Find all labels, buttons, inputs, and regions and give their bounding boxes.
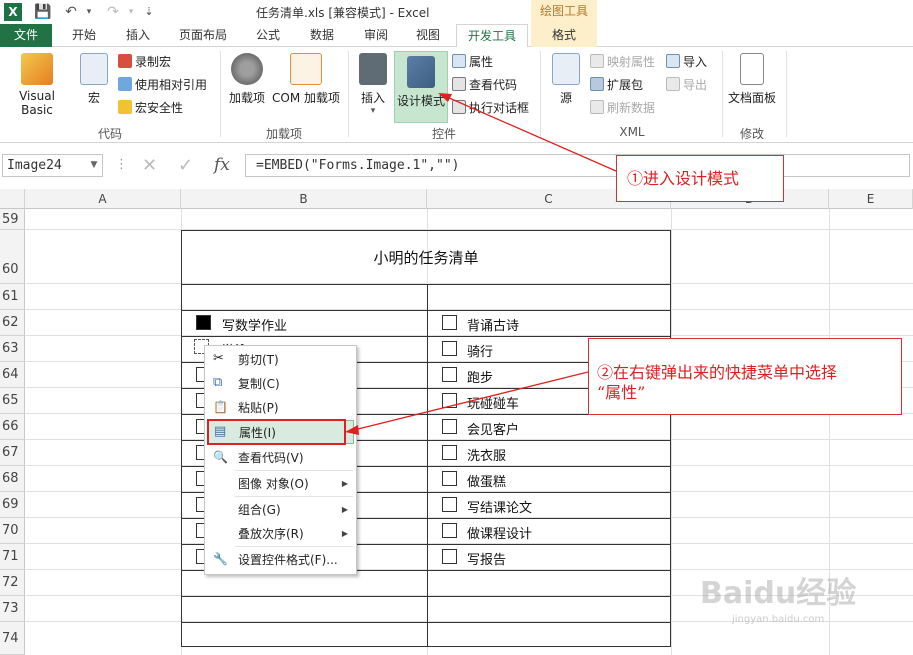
- arrowhead-icon: [438, 93, 452, 102]
- annotation-arrow-line: [446, 96, 617, 172]
- annotation-step-2: ②在右键弹出来的快捷菜单中选择 “属性”: [588, 338, 902, 415]
- baidu-watermark-logo: Baidu经验: [700, 576, 857, 611]
- excel-window: X 💾 ↶ ▾ ↷ ▾ ⇣ 任务清单.xls [兼容模式] - Excel 绘图…: [0, 0, 913, 655]
- annotation-step-1: ①进入设计模式: [616, 155, 784, 202]
- annotation-arrow-line: [353, 371, 589, 431]
- annotation-arrows: [345, 93, 617, 435]
- baidu-watermark-url: jingyan.baidu.com: [732, 614, 825, 625]
- arrowhead-icon: [345, 425, 359, 435]
- annotation-step-2-line-2: “属性”: [597, 383, 646, 402]
- annotation-step-2-line-1: ②在右键弹出来的快捷菜单中选择: [597, 363, 838, 382]
